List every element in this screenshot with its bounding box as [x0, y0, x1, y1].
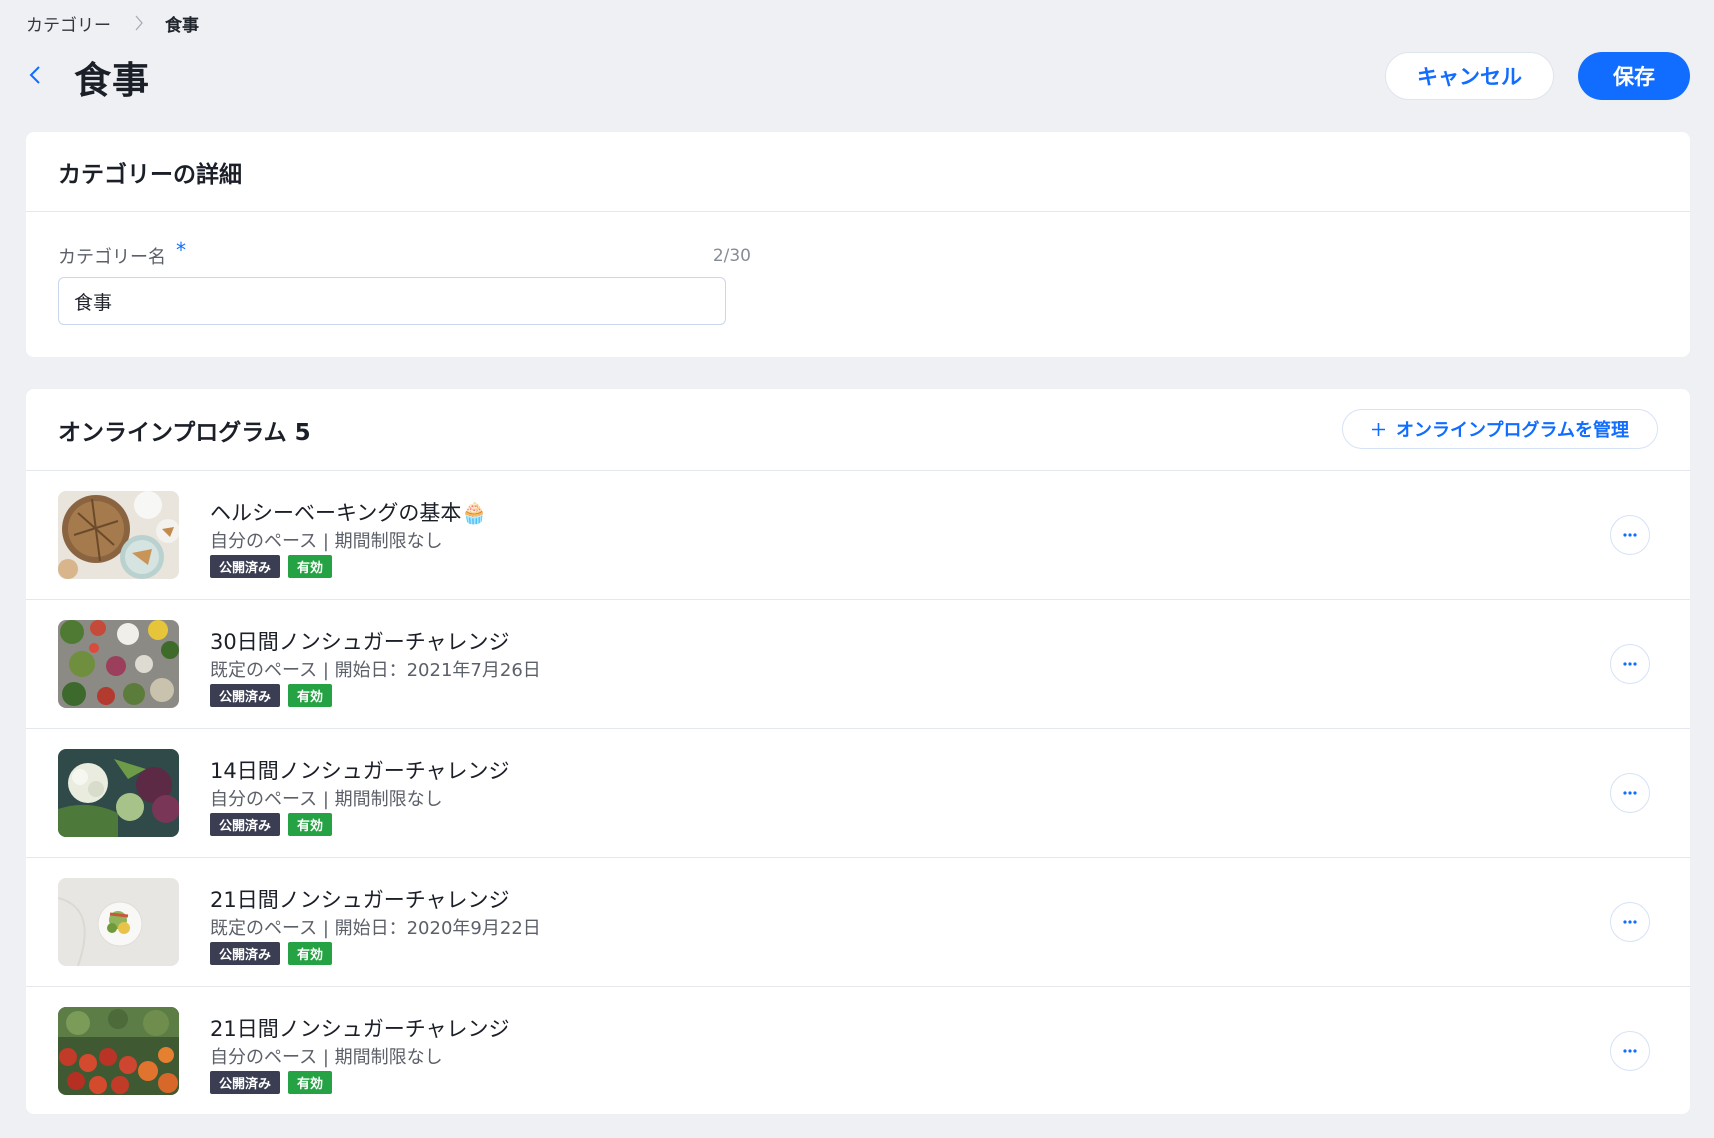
program-thumbnail [58, 620, 179, 708]
category-details-title: カテゴリーの詳細 [58, 161, 242, 188]
category-name-label: カテゴリー名 [58, 247, 166, 268]
more-actions-button[interactable] [1610, 1031, 1650, 1071]
more-icon [1623, 533, 1637, 537]
plus-icon [1372, 422, 1386, 436]
manage-programs-label: オンラインプログラムを管理 [1396, 420, 1629, 441]
program-subtitle: 自分のペース | 期間制限なし [210, 1047, 443, 1068]
program-badges: 公開済み 有効 [210, 684, 333, 707]
more-icon [1623, 662, 1637, 666]
active-badge: 有効 [288, 1071, 333, 1094]
published-badge: 公開済み [210, 1071, 281, 1094]
category-details-card: カテゴリーの詳細 カテゴリー名 * 2/30 [26, 132, 1690, 357]
page-title: 食事 [74, 59, 150, 102]
back-button[interactable] [22, 62, 48, 88]
category-details-header: カテゴリーの詳細 [26, 132, 1690, 212]
required-indicator: * [176, 238, 186, 262]
program-badges: 公開済み 有効 [210, 942, 333, 965]
cancel-button[interactable]: キャンセル [1385, 52, 1554, 100]
more-actions-button[interactable] [1610, 644, 1650, 684]
active-badge: 有効 [288, 942, 333, 965]
baking-image [58, 491, 179, 579]
online-programs-title: オンラインプログラム 5 [58, 419, 311, 446]
active-badge: 有効 [288, 813, 333, 836]
program-thumbnail [58, 878, 179, 966]
program-row[interactable]: 21日間ノンシュガーチャレンジ 既定のペース | 開始日：2020年9月22日 … [26, 858, 1690, 987]
char-counter: 2/30 [712, 246, 751, 266]
more-icon [1623, 920, 1637, 924]
program-badges: 公開済み 有効 [210, 813, 333, 836]
category-name-input[interactable] [58, 277, 726, 325]
program-row[interactable]: ヘルシーベーキングの基本🧁 自分のペース | 期間制限なし 公開済み 有効 [26, 471, 1690, 600]
program-title[interactable]: 14日間ノンシュガーチャレンジ [210, 755, 510, 785]
program-thumbnail [58, 1007, 179, 1095]
salad-plate-image [58, 878, 179, 966]
save-button[interactable]: 保存 [1578, 52, 1690, 100]
chevron-right-icon [135, 15, 143, 31]
program-subtitle: 自分のペース | 期間制限なし [210, 531, 443, 552]
program-row[interactable]: 21日間ノンシュガーチャレンジ 自分のペース | 期間制限なし 公開済み 有効 [26, 987, 1690, 1114]
published-badge: 公開済み [210, 555, 281, 578]
vegetables-table-image [58, 620, 179, 708]
program-title[interactable]: 30日間ノンシュガーチャレンジ [210, 626, 510, 656]
more-actions-button[interactable] [1610, 515, 1650, 555]
cauliflower-image [58, 749, 179, 837]
tomatoes-market-image [58, 1007, 179, 1095]
published-badge: 公開済み [210, 684, 281, 707]
published-badge: 公開済み [210, 942, 281, 965]
program-subtitle: 既定のペース | 開始日：2020年9月22日 [210, 918, 541, 939]
program-subtitle: 自分のペース | 期間制限なし [210, 789, 443, 810]
manage-programs-button[interactable]: オンラインプログラムを管理 [1342, 409, 1658, 449]
online-programs-card: オンラインプログラム 5 オンラインプログラムを管理 ヘルシーベーキングの基本� [26, 389, 1690, 1114]
breadcrumb: カテゴリー 食事 [26, 11, 199, 36]
program-subtitle: 既定のペース | 開始日：2021年7月26日 [210, 660, 541, 681]
breadcrumb-parent-link[interactable]: カテゴリー [26, 11, 111, 36]
program-thumbnail [58, 749, 179, 837]
active-badge: 有効 [288, 684, 333, 707]
published-badge: 公開済み [210, 813, 281, 836]
online-programs-header: オンラインプログラム 5 オンラインプログラムを管理 [26, 389, 1690, 471]
more-icon [1623, 791, 1637, 795]
program-row[interactable]: 30日間ノンシュガーチャレンジ 既定のペース | 開始日：2021年7月26日 … [26, 600, 1690, 729]
program-title[interactable]: ヘルシーベーキングの基本🧁 [210, 497, 488, 527]
program-title[interactable]: 21日間ノンシュガーチャレンジ [210, 1013, 510, 1043]
chevron-left-icon [29, 66, 40, 84]
more-icon [1623, 1049, 1637, 1053]
more-actions-button[interactable] [1610, 902, 1650, 942]
active-badge: 有効 [288, 555, 333, 578]
program-thumbnail [58, 491, 179, 579]
program-row[interactable]: 14日間ノンシュガーチャレンジ 自分のペース | 期間制限なし 公開済み 有効 [26, 729, 1690, 858]
program-badges: 公開済み 有効 [210, 555, 333, 578]
program-title[interactable]: 21日間ノンシュガーチャレンジ [210, 884, 510, 914]
breadcrumb-current: 食事 [165, 15, 199, 36]
more-actions-button[interactable] [1610, 773, 1650, 813]
program-badges: 公開済み 有効 [210, 1071, 333, 1094]
